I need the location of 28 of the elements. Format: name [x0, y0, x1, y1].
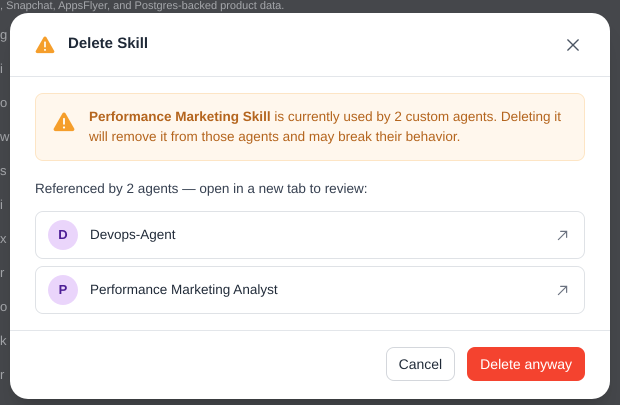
- background-text: i: [0, 196, 3, 213]
- agent-link[interactable]: P Performance Marketing Analyst: [35, 266, 585, 314]
- background-text: w: [0, 128, 10, 145]
- background-text: , Snapchat, AppsFlyer, and Postgres-backed product data.: [0, 0, 284, 12]
- references-label: Referenced by 2 agents — open in a new tab to review:: [35, 180, 368, 198]
- background-text: x: [0, 230, 6, 247]
- delete-button[interactable]: Delete anyway: [467, 347, 585, 381]
- agent-name: Devops-Agent: [90, 226, 176, 244]
- background-text: o: [0, 298, 8, 315]
- agent-link[interactable]: D Devops-Agent: [35, 211, 585, 259]
- background-text: k: [0, 332, 6, 349]
- agent-avatar: P: [48, 275, 78, 305]
- external-link-icon: [557, 284, 568, 296]
- agent-name: Performance Marketing Analyst: [90, 280, 278, 299]
- warning-message: Performance Marketing Skill is currently used by 2 custom agents. Deleting it will remove it from those agents and may break their behavior.: [89, 108, 562, 146]
- external-link-icon: [557, 230, 568, 240]
- background-text: s: [0, 162, 6, 179]
- agent-avatar: D: [48, 220, 78, 250]
- dialog-title: Delete Skill: [68, 34, 148, 54]
- background-text: r: [0, 366, 4, 383]
- background-text: i: [0, 60, 3, 77]
- close-icon: [567, 38, 579, 50]
- background-text: r: [0, 264, 4, 281]
- background-text: o: [0, 94, 8, 111]
- background-text: g: [0, 26, 8, 43]
- cancel-button[interactable]: Cancel: [386, 347, 456, 381]
- warning-icon: [53, 112, 75, 132]
- warning-icon: [35, 36, 55, 54]
